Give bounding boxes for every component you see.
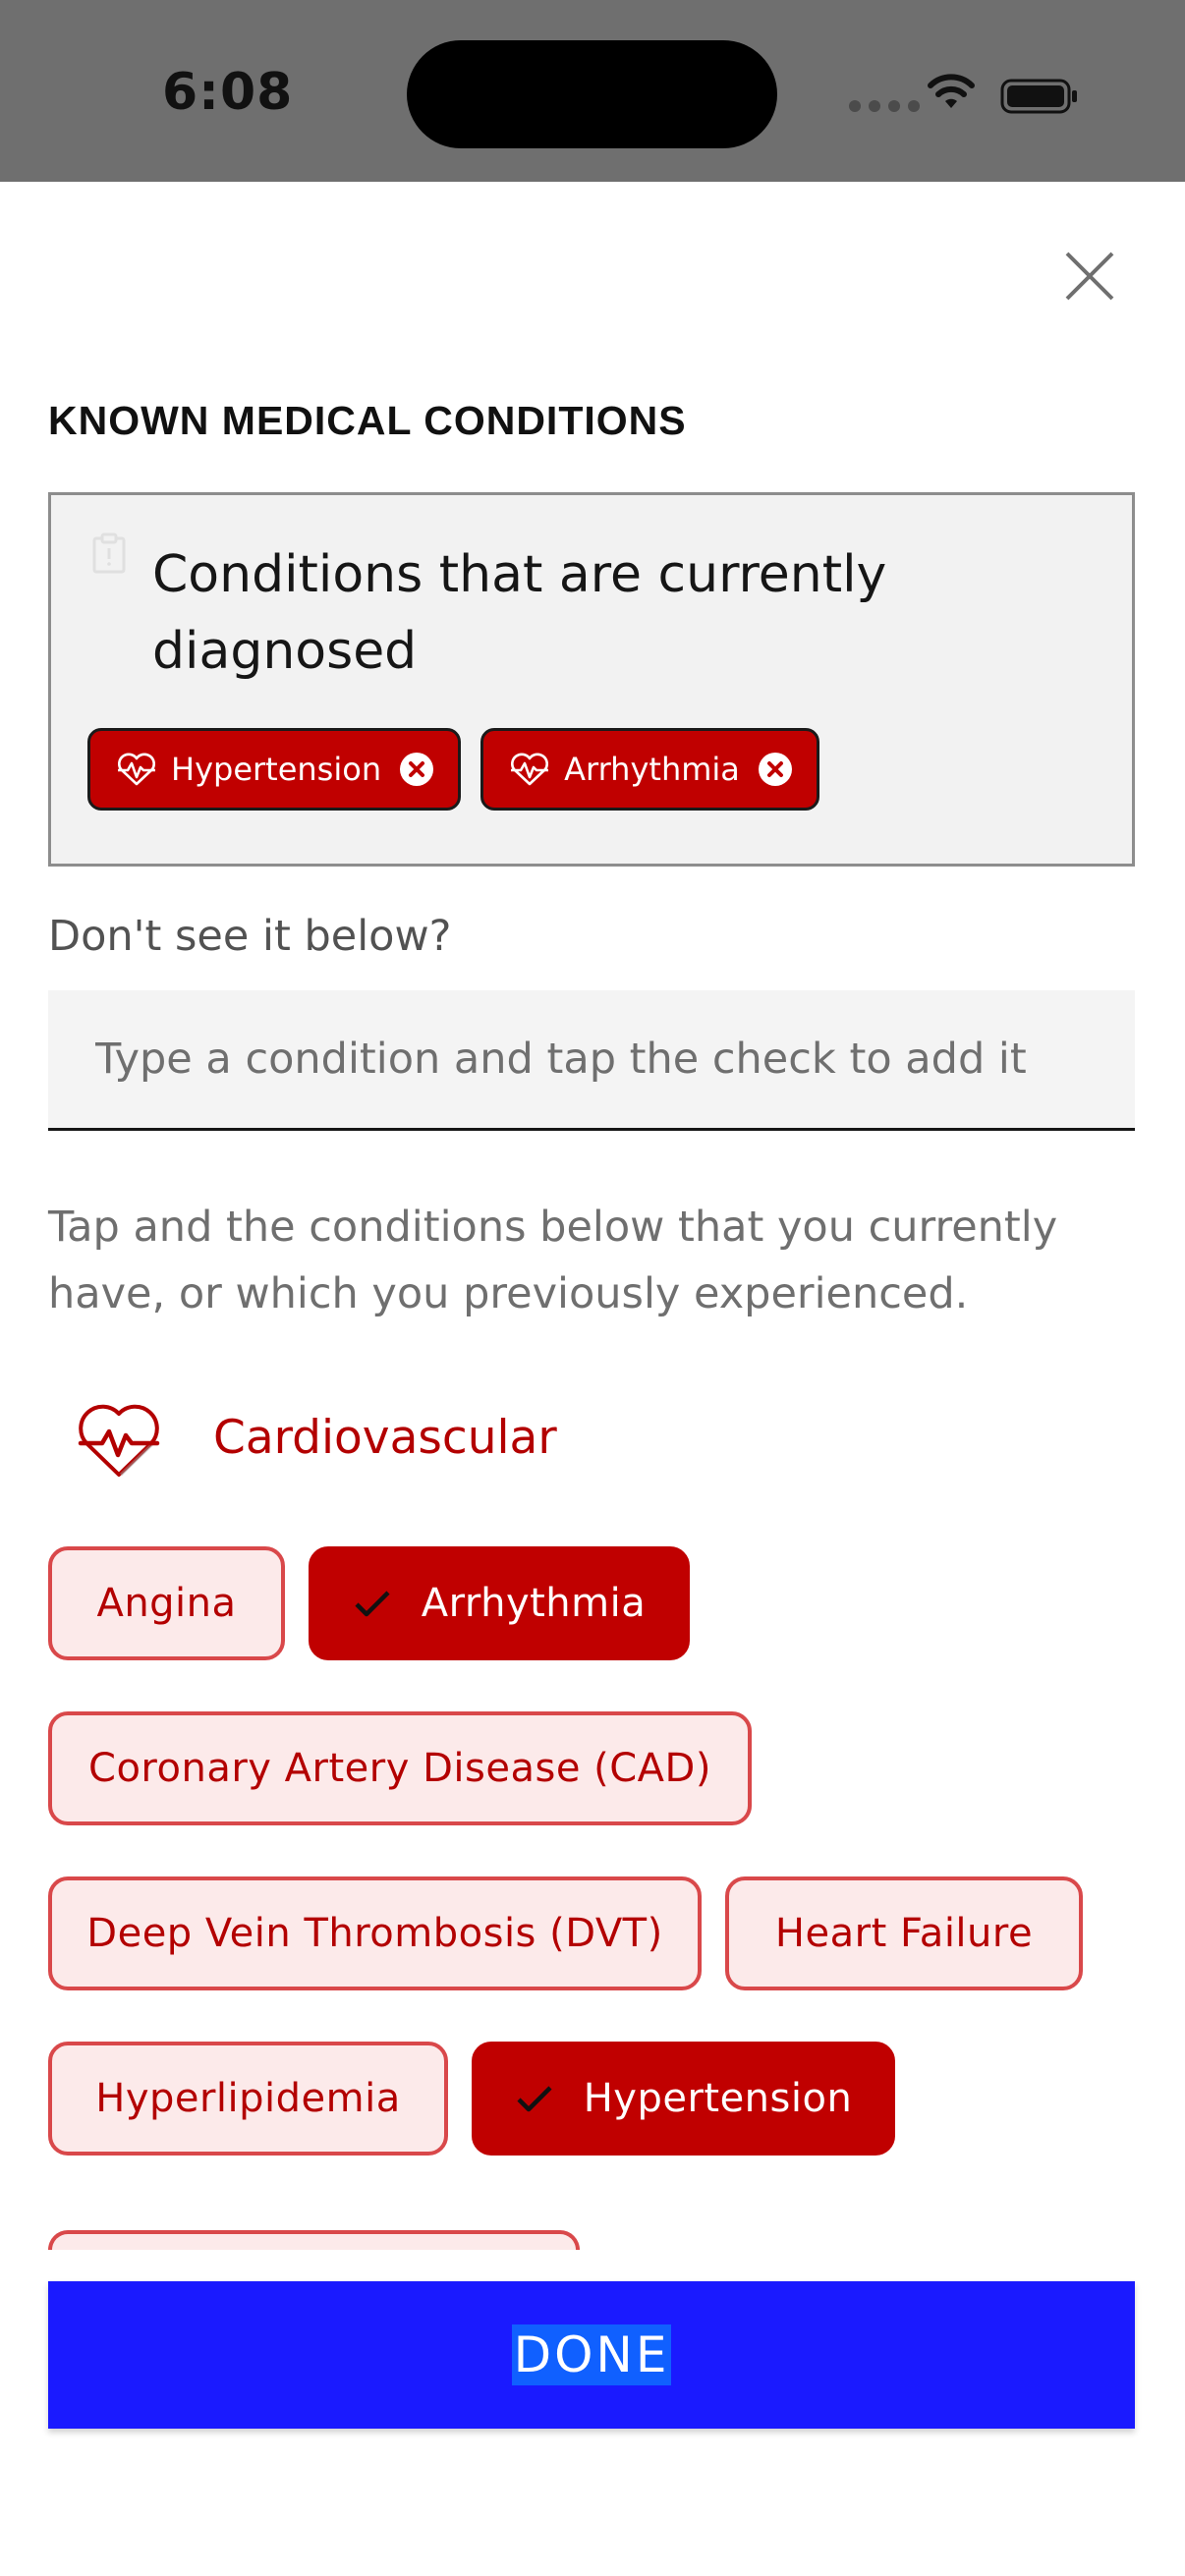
checkmark-icon <box>355 1591 390 1617</box>
condition-label: Heart Failure <box>774 1911 1034 1956</box>
condition-option-heart-failure[interactable]: Heart Failure <box>725 1876 1083 1990</box>
clipboard-icon <box>92 532 126 574</box>
close-icon <box>1065 252 1114 301</box>
condition-option-arrhythmia[interactable]: Arrhythmia <box>309 1546 690 1660</box>
instructions-text: Tap and the conditions below that you cu… <box>48 1203 1058 1318</box>
done-button-label: DONE <box>511 2324 672 2385</box>
status-time: 6:08 <box>162 63 294 122</box>
battery-icon <box>1000 79 1077 114</box>
diagnosed-title: Conditions that are currently diagnosed <box>152 545 887 681</box>
wifi-icon <box>928 74 975 108</box>
custom-condition-input[interactable] <box>48 990 1135 1131</box>
condition-option-partial[interactable] <box>48 2230 580 2250</box>
status-bar: 6:08 <box>0 0 1185 182</box>
remove-chip-icon[interactable] <box>399 752 434 787</box>
condition-label: Hyperlipidemia <box>95 2076 401 2121</box>
condition-option-hyperlipidemia[interactable]: Hyperlipidemia <box>48 2042 448 2156</box>
chip-label: Hypertension <box>171 751 382 788</box>
done-button[interactable]: DONE <box>48 2281 1135 2429</box>
diagnosed-chip-list: Hypertension Arrhythmia <box>87 728 819 811</box>
dynamic-island <box>407 40 777 148</box>
condition-label: Deep Vein Thrombosis (DVT) <box>86 1911 663 1956</box>
category-title: Cardiovascular <box>213 1411 557 1465</box>
scroll-clip <box>0 2230 1185 2250</box>
diagnosed-chip-arrhythmia[interactable]: Arrhythmia <box>480 728 819 811</box>
condition-option-hypertension[interactable]: Hypertension <box>472 2042 895 2156</box>
chip-label: Arrhythmia <box>564 751 740 788</box>
cellular-signal-icon <box>849 100 920 112</box>
heartbeat-icon <box>511 753 549 786</box>
diagnosed-conditions-panel: Conditions that are currently diagnosed … <box>48 492 1135 867</box>
condition-option-dvt[interactable]: Deep Vein Thrombosis (DVT) <box>48 1876 702 1990</box>
diagnosed-chip-hypertension[interactable]: Hypertension <box>87 728 462 811</box>
condition-label: Hypertension <box>583 2076 853 2121</box>
heartbeat-icon <box>118 753 155 786</box>
condition-label: Angina <box>96 1581 237 1626</box>
condition-option-cad[interactable]: Coronary Artery Disease (CAD) <box>48 1711 752 1825</box>
condition-label: Arrhythmia <box>421 1581 647 1626</box>
heartbeat-icon <box>78 1404 160 1477</box>
condition-label: Coronary Artery Disease (CAD) <box>88 1746 711 1791</box>
remove-chip-icon[interactable] <box>758 752 793 787</box>
custom-condition-prompt: Don't see it below? <box>48 912 452 961</box>
page-title: KNOWN MEDICAL CONDITIONS <box>48 398 687 443</box>
condition-option-angina[interactable]: Angina <box>48 1546 285 1660</box>
checkmark-icon <box>517 2086 552 2112</box>
close-button[interactable] <box>1061 248 1118 305</box>
